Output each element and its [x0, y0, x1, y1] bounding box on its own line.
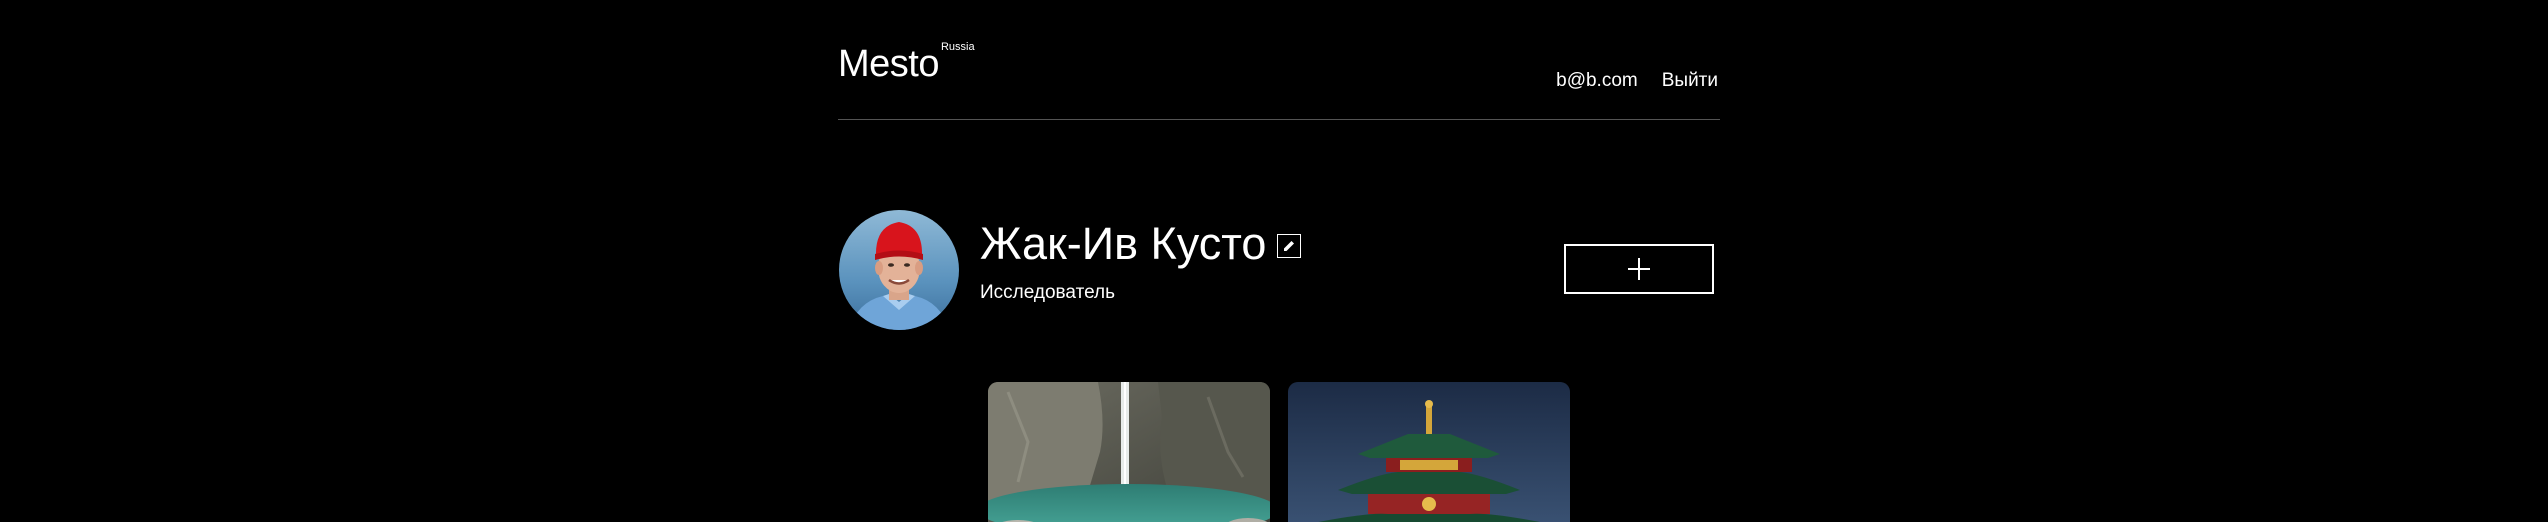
page: Mesto Russia b@b.com Выйти Жак-Ив Кусто …	[0, 0, 2548, 522]
pencil-icon	[1284, 241, 1295, 251]
name-row: Жак-Ив Кусто	[980, 217, 1302, 271]
profile-name: Жак-Ив Кусто	[980, 218, 1267, 269]
header-nav: b@b.com Выйти	[1556, 70, 1718, 92]
logo-text: Mesto	[838, 43, 939, 85]
profile: Жак-Ив Кусто Исследователь	[838, 209, 1720, 331]
edit-profile-button[interactable]	[1277, 234, 1302, 258]
card[interactable]	[988, 382, 1270, 522]
profile-info: Жак-Ив Кусто Исследователь	[980, 217, 1302, 304]
user-email: b@b.com	[1556, 70, 1638, 91]
card-image-temple[interactable]	[1288, 382, 1570, 522]
plus-icon	[1628, 258, 1650, 280]
add-card-button[interactable]	[1564, 244, 1714, 294]
logo[interactable]: Mesto Russia	[838, 41, 975, 86]
cards-grid	[988, 382, 1570, 522]
logout-link[interactable]: Выйти	[1662, 70, 1718, 92]
avatar-image	[839, 210, 959, 330]
header: Mesto Russia b@b.com Выйти	[838, 0, 1720, 120]
profile-job: Исследователь	[980, 282, 1115, 303]
logo-superscript: Russia	[940, 41, 975, 53]
avatar[interactable]	[839, 210, 959, 330]
card[interactable]	[1288, 382, 1570, 522]
card-image-waterfall[interactable]	[988, 382, 1270, 522]
